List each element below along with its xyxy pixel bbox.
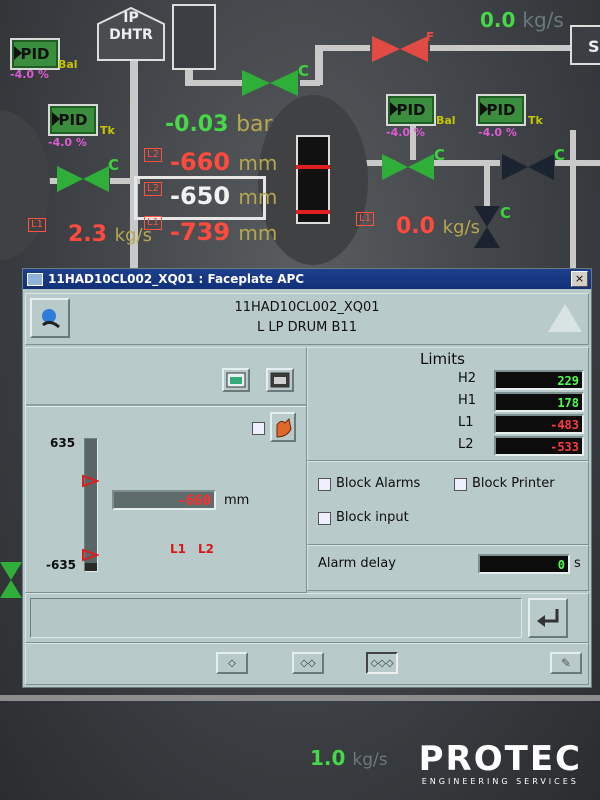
limit-value[interactable]: -533 — [494, 436, 584, 456]
limit-value[interactable]: 178 — [494, 392, 584, 412]
block-alarms-label[interactable]: Block Alarms — [336, 476, 420, 491]
valve-icon[interactable] — [240, 68, 300, 98]
limits-panel: Limits H2 229 H1 178 L1 -483 L2 -533 — [307, 347, 589, 461]
valve-icon[interactable] — [55, 164, 111, 194]
block-input-label[interactable]: Block input — [336, 510, 409, 525]
block-printer-label[interactable]: Block Printer — [472, 476, 555, 491]
input-bar — [25, 593, 589, 643]
trend-button[interactable] — [222, 368, 250, 392]
ip-dhtr-symbol: IP DHTR — [96, 6, 166, 62]
pid-controller-1[interactable]: PID — [10, 38, 60, 70]
window-title: 11HAD10CL002_XQ01 : Faceplate APC — [48, 272, 305, 286]
value-panel: 635 -635 -660 mm L1 L2 — [25, 347, 307, 593]
process-value: -660 — [112, 490, 216, 510]
limit-name: L2 — [458, 437, 474, 452]
report-button[interactable] — [266, 368, 294, 392]
block-alarms-checkbox[interactable] — [318, 478, 331, 491]
valve-icon[interactable] — [0, 560, 22, 600]
valve-icon[interactable] — [380, 152, 436, 182]
valve-icon[interactable] — [500, 152, 556, 182]
alarm-delay-panel: Alarm delay 0 s — [307, 545, 589, 591]
limit-name: H2 — [458, 371, 477, 386]
pid-controller-2[interactable]: PID — [48, 104, 98, 136]
hand-icon — [276, 417, 292, 438]
limit-name: L1 — [458, 415, 474, 430]
alarm-l1: L1 — [170, 542, 186, 556]
scale-top: 635 — [50, 436, 76, 450]
scroll-up-arrow-icon[interactable] — [546, 302, 584, 334]
input-field[interactable] — [30, 598, 522, 638]
h-limit-marker-icon — [82, 474, 99, 488]
scale-bottom: -635 — [46, 558, 77, 572]
acknowledge-checkbox[interactable] — [252, 422, 265, 435]
limits-title: Limits — [420, 350, 465, 368]
valve-icon[interactable] — [370, 34, 430, 64]
app-icon — [27, 272, 43, 286]
l-limit-marker-icon — [82, 548, 99, 562]
alarm-delay-unit: s — [574, 556, 581, 571]
wrench-icon: ✎ — [560, 656, 572, 670]
close-button[interactable]: × — [571, 271, 588, 287]
enter-arrow-icon — [537, 609, 559, 627]
block-options-panel: Block Alarms Block Printer Block input — [307, 461, 589, 545]
enter-button[interactable] — [528, 598, 568, 638]
pid-controller-3[interactable]: PID — [386, 94, 436, 126]
alarm-delay-label: Alarm delay — [318, 556, 396, 571]
tag-description: L LP DRUM B11 — [257, 320, 357, 335]
nav-bar: ◇ ◇◇ ◇◇◇ ✎ — [25, 643, 589, 685]
block-printer-checkbox[interactable] — [454, 478, 467, 491]
alarm-l2: L2 — [198, 542, 214, 556]
alarm-delay-value[interactable]: 0 — [478, 554, 570, 574]
faceplate-titlebar[interactable]: 11HAD10CL002_XQ01 : Faceplate APC — [23, 269, 591, 289]
tag-name: 11HAD10CL002_XQ01 — [234, 300, 380, 315]
faceplate-window: 11HAD10CL002_XQ01 : Faceplate APC × 11HA… — [22, 268, 592, 688]
limit-value[interactable]: -483 — [494, 414, 584, 434]
settings-button[interactable]: ✎ — [550, 652, 582, 674]
nav-button-1[interactable]: ◇ — [216, 652, 248, 674]
block-input-checkbox[interactable] — [318, 512, 331, 525]
limit-value[interactable]: 229 — [494, 370, 584, 390]
process-unit: mm — [224, 493, 250, 508]
brand-logo: PROTEC ENGINEERING SERVICES — [418, 739, 582, 786]
nav-button-3[interactable]: ◇◇◇ — [366, 652, 398, 674]
acknowledge-button[interactable] — [270, 412, 296, 442]
pid-controller-4[interactable]: PID — [476, 94, 526, 126]
limit-name: H1 — [458, 393, 477, 408]
nav-button-2[interactable]: ◇◇ — [292, 652, 324, 674]
faceplate-header: 11HAD10CL002_XQ01 L LP DRUM B11 — [25, 293, 589, 345]
